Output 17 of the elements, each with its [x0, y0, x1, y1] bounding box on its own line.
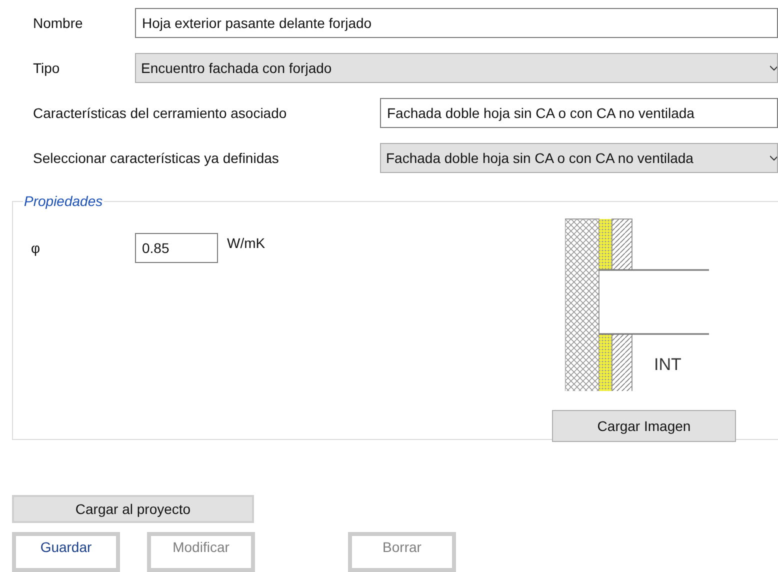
phi-symbol: φ: [30, 238, 42, 258]
value-field[interactable]: 0.85: [135, 233, 218, 263]
diagram-label: INT: [654, 354, 682, 376]
field-label: Seleccionar características ya definidas: [32, 148, 280, 168]
field-label: Nombre: [32, 14, 84, 32]
chevron-down-icon: [770, 155, 777, 161]
dropdown[interactable]: Fachada doble hoja sin CA o con CA no ventilada: [380, 143, 778, 173]
text-field[interactable]: Hoja exterior pasante delante forjado: [135, 8, 778, 38]
field-label: Características del cerramiento asociado: [32, 104, 288, 122]
chevron-down-icon: [770, 65, 777, 71]
unit-label: W/mK: [227, 234, 266, 253]
dropdown[interactable]: Encuentro fachada con forjado: [135, 53, 778, 83]
action-button[interactable]: Guardar: [12, 532, 120, 572]
field-label: Tipo: [32, 58, 61, 78]
load-to-project-button[interactable]: Cargar al proyecto: [12, 495, 254, 523]
text-field[interactable]: Fachada doble hoja sin CA o con CA no ventilada: [380, 98, 778, 128]
load-image-button[interactable]: Cargar Imagen: [552, 410, 736, 442]
